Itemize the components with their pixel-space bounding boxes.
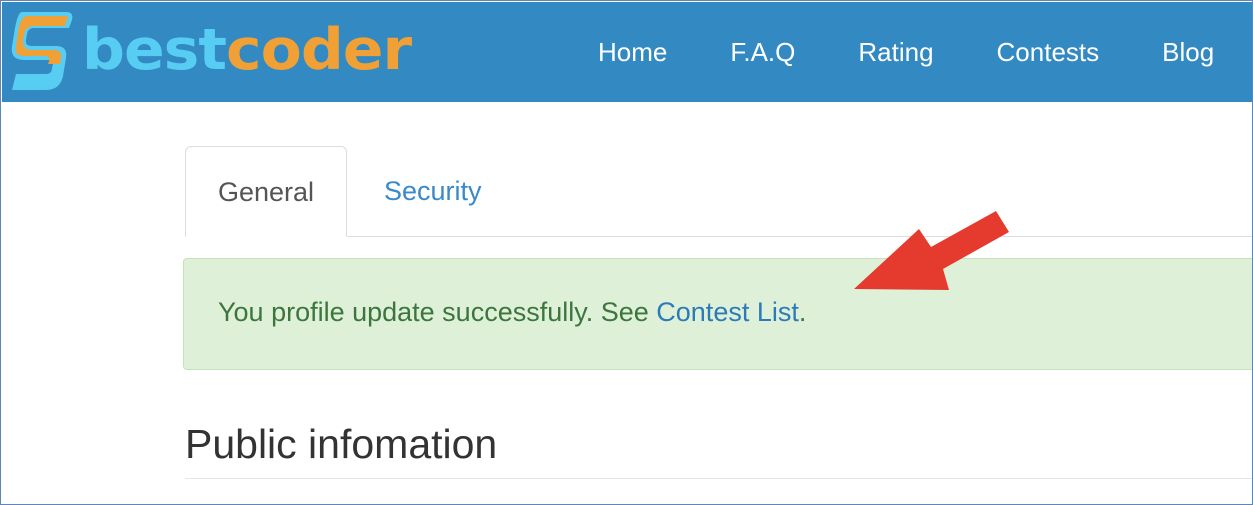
tab-general[interactable]: General [185,146,347,237]
tab-security[interactable]: Security [384,146,482,236]
public-information-heading: Public infomation [185,421,498,467]
top-navbar: bestcoder Home F.A.Q Rating Contests Blo… [2,2,1252,102]
bestcoder-logo[interactable]: bestcoder [8,6,412,94]
bestcoder-logo-mark-icon [11,12,73,90]
red-arrow-icon [854,211,1009,290]
nav-home-link[interactable]: Home [598,37,667,68]
contest-list-link[interactable]: Contest List [656,297,799,327]
logo-coder-text: coder [226,16,412,84]
browser-viewport: bestcoder Home F.A.Q Rating Contests Blo… [0,0,1253,505]
alert-message-text: You profile update successfully. See [218,297,657,327]
nav-rating-link[interactable]: Rating [858,37,933,68]
logo-wordmark: bestcoder [82,8,412,92]
alert-message: You profile update successfully. See Con… [218,297,806,328]
success-alert: You profile update successfully. See Con… [183,258,1252,370]
logo-best-text: best [82,16,227,84]
nav-faq-link[interactable]: F.A.Q [730,37,795,68]
nav-blog-link[interactable]: Blog [1162,37,1214,68]
section-divider [185,478,1252,479]
alert-message-suffix: . [798,297,807,327]
main-nav: Home F.A.Q Rating Contests Blog [598,2,1214,102]
nav-contests-link[interactable]: Contests [997,37,1100,68]
settings-tabs: General Security [185,146,1252,237]
